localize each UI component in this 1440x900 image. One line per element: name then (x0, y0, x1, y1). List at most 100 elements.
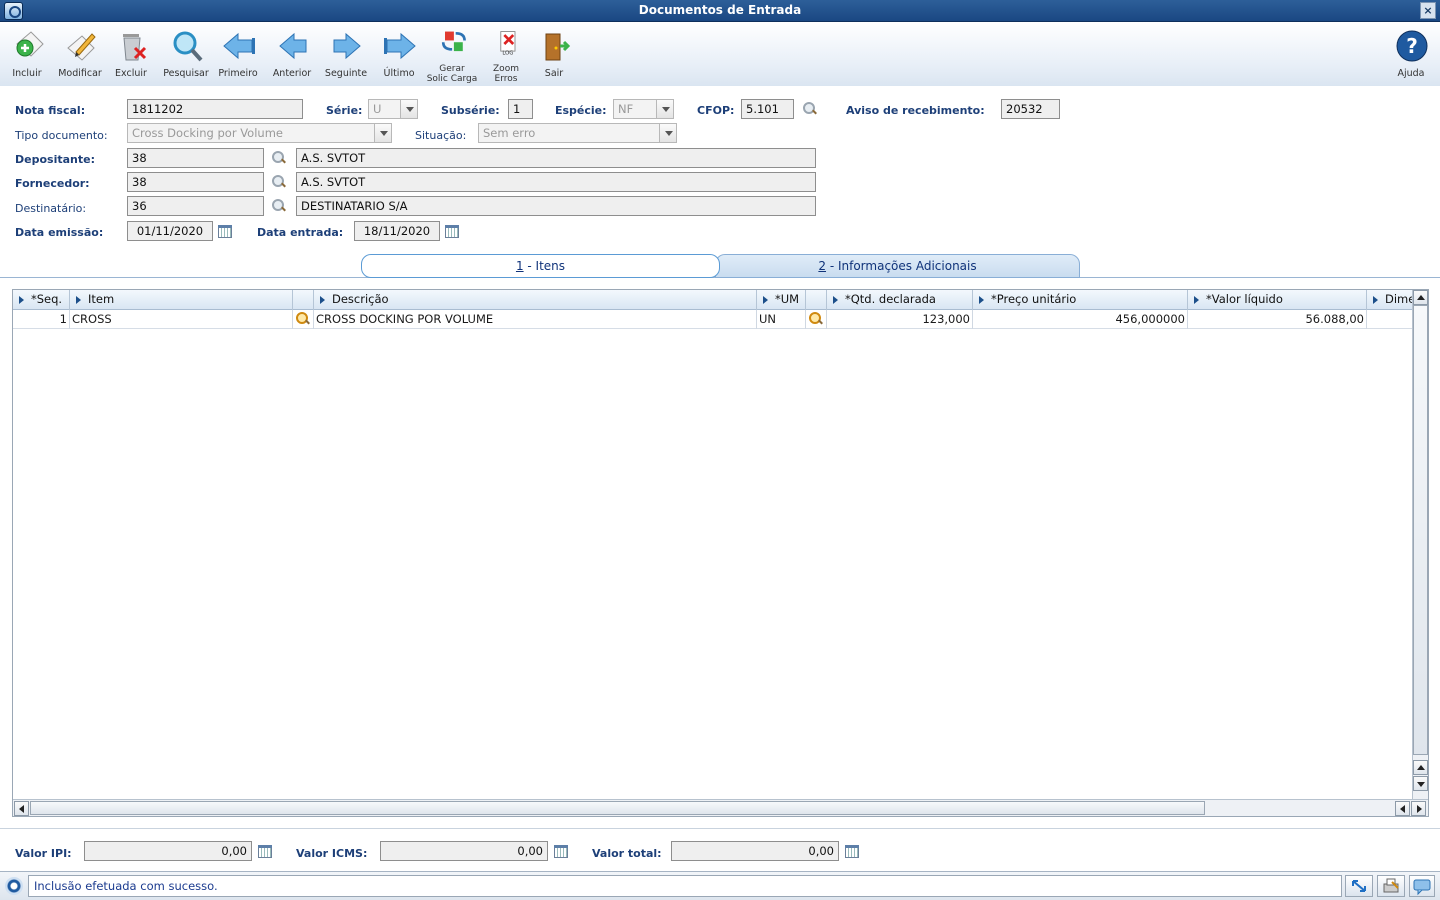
destinatario-search-icon[interactable] (272, 199, 286, 213)
depositante-search-icon[interactable] (272, 151, 286, 165)
situacao-select[interactable]: Sem erro (478, 123, 677, 143)
tipo-documento-select[interactable]: Cross Docking por Volume (127, 123, 392, 143)
depositante-name-field: A.S. SVTOT (296, 148, 816, 168)
cell-descricao[interactable]: CROSS DOCKING POR VOLUME (314, 310, 757, 329)
close-window-button[interactable]: × (1420, 2, 1436, 19)
column-header-item-lookup (293, 290, 314, 310)
tab-info-hotkey: 2 (818, 259, 827, 273)
item-search-icon[interactable] (296, 312, 310, 326)
column-header-qtd-declarada[interactable]: *Qtd. declarada (827, 290, 973, 310)
subserie-label: Subsérie: (441, 104, 500, 117)
column-header-dime[interactable]: Dime (1367, 290, 1413, 310)
ajuda-button[interactable]: ? Ajuda (1385, 26, 1437, 84)
serie-value: U (373, 102, 382, 116)
valor-icms-field: 0,00 (380, 841, 548, 861)
column-header-um[interactable]: *UM (757, 290, 806, 310)
scroll-up-arrow-icon[interactable] (1413, 290, 1428, 305)
table-row[interactable]: 1 CROSS CROSS DOCKING POR VOLUME UN 123,… (13, 310, 1413, 329)
nota-fiscal-field[interactable]: 1811202 (127, 99, 303, 119)
cell-dime[interactable] (1367, 310, 1413, 329)
especie-select[interactable]: NF (613, 99, 674, 119)
log-text: LOG (502, 51, 513, 57)
vertical-scrollbar[interactable] (1412, 290, 1428, 800)
gerar-label-1: Gerar (439, 64, 465, 74)
fornecedor-label: Fornecedor: (15, 177, 90, 190)
scroll-page-up-arrow-icon[interactable] (1413, 760, 1428, 775)
data-emissao-label: Data emissão: (15, 226, 104, 239)
cell-preco-unitario[interactable]: 456,000000 (973, 310, 1188, 329)
situacao-value: Sem erro (483, 126, 536, 140)
gerar-solic-carga-button[interactable]: Gerar Solic Carga (426, 26, 478, 84)
tab-itens[interactable]: 1 - Itens (361, 254, 720, 278)
cell-seq[interactable]: 1 (13, 310, 70, 329)
gerar-label-2: Solic Carga (426, 74, 478, 84)
trash-delete-icon (123, 34, 147, 61)
tab-info-label: - Informações Adicionais (826, 259, 977, 273)
serie-select[interactable]: U (368, 99, 418, 119)
data-entrada-field[interactable]: 18/11/2020 (354, 221, 440, 241)
scroll-right-arrow-icon[interactable] (1411, 801, 1426, 816)
chevron-down-icon (659, 124, 676, 142)
valor-total-field: 0,00 (671, 841, 839, 861)
aviso-field[interactable]: 20532 (1001, 99, 1060, 119)
primeiro-button[interactable]: Primeiro (212, 26, 264, 84)
excluir-button[interactable]: Excluir (105, 26, 157, 84)
next-record-icon (333, 32, 361, 60)
aviso-label: Aviso de recebimento: (846, 104, 985, 117)
chat-bubble-icon (1413, 879, 1431, 896)
data-emissao-field[interactable]: 01/11/2020 (127, 221, 213, 241)
cell-item-lookup[interactable] (293, 310, 314, 329)
vertical-scroll-thumb[interactable] (1413, 305, 1428, 755)
cell-valor-liquido[interactable]: 56.088,00 (1188, 310, 1367, 329)
column-header-seq[interactable]: *Seq. (13, 290, 70, 310)
horizontal-scroll-thumb[interactable] (30, 801, 1205, 815)
print-icon (1383, 878, 1399, 893)
cell-qtd-declarada[interactable]: 123,000 (827, 310, 973, 329)
subserie-field[interactable]: 1 (508, 99, 533, 119)
cell-um-lookup[interactable] (806, 310, 827, 329)
tab-informacoes-adicionais[interactable]: 2 - Informações Adicionais (715, 254, 1080, 278)
cfop-field[interactable]: 5.101 (741, 99, 794, 119)
especie-label: Espécie: (555, 104, 607, 117)
tipo-documento-value: Cross Docking por Volume (132, 126, 283, 140)
cell-item[interactable]: CROSS (70, 310, 293, 329)
scroll-left-arrow-icon[interactable] (14, 801, 29, 816)
anterior-button[interactable]: Anterior (266, 26, 318, 84)
fornecedor-search-icon[interactable] (272, 175, 286, 189)
grid-header: *Seq. Item Descrição *UM *Qtd. declarada… (13, 290, 1413, 310)
seguinte-button[interactable]: Seguinte (320, 26, 372, 84)
pesquisar-button[interactable]: Pesquisar (160, 26, 212, 84)
cfop-label: CFOP: (697, 104, 735, 117)
items-grid: *Seq. Item Descrição *UM *Qtd. declarada… (12, 289, 1429, 817)
status-icon (5, 877, 23, 895)
incluir-button[interactable]: Incluir (1, 26, 53, 84)
resize-button[interactable] (1345, 875, 1373, 897)
especie-value: NF (618, 102, 634, 116)
calculator-icon[interactable] (258, 845, 272, 858)
sair-button[interactable]: Sair (528, 26, 580, 84)
destinatario-code-field[interactable]: 36 (127, 196, 264, 216)
error-log-icon: LOG (500, 31, 516, 57)
column-header-item[interactable]: Item (70, 290, 293, 310)
cfop-search-icon[interactable] (803, 102, 817, 116)
ultimo-button[interactable]: Último (373, 26, 425, 84)
um-search-icon[interactable] (809, 312, 823, 326)
depositante-code-field[interactable]: 38 (127, 148, 264, 168)
calendar-icon[interactable] (218, 225, 232, 238)
calculator-icon[interactable] (845, 845, 859, 858)
fornecedor-code-field[interactable]: 38 (127, 172, 264, 192)
horizontal-scrollbar[interactable] (13, 799, 1428, 816)
print-button[interactable] (1377, 875, 1405, 897)
column-header-descricao[interactable]: Descrição (314, 290, 757, 310)
scroll-down-arrow-icon[interactable] (1413, 776, 1428, 791)
scroll-page-left-arrow-icon[interactable] (1395, 801, 1410, 816)
column-header-valor-liquido[interactable]: *Valor líquido (1188, 290, 1367, 310)
tab-itens-label: - Itens (523, 259, 566, 273)
calculator-icon[interactable] (554, 845, 568, 858)
cell-um[interactable]: UN (757, 310, 806, 329)
calendar-icon[interactable] (445, 225, 459, 238)
messages-button[interactable] (1409, 875, 1435, 897)
column-header-preco-unitario[interactable]: *Preço unitário (973, 290, 1188, 310)
add-document-icon (16, 31, 44, 57)
tipo-documento-label: Tipo documento: (15, 129, 108, 142)
